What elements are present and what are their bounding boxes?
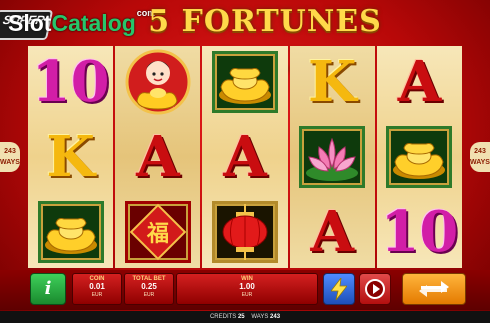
win-unit: EUR — [241, 292, 253, 298]
symbol-ace-text: A — [397, 49, 442, 116]
child-with-gold-icon — [125, 49, 191, 115]
symbol-ten: 10 — [377, 195, 462, 268]
gold-ingot-frame — [37, 200, 104, 263]
spin-button[interactable] — [402, 273, 466, 305]
gold-ingot-icon — [393, 143, 446, 179]
info-icon: i — [44, 278, 52, 299]
lotus-flower-icon — [306, 137, 359, 181]
symbol-king: K — [28, 121, 113, 194]
symbol-ten-text: 10 — [380, 198, 459, 265]
ways-indicator-left: 243 WAYS — [0, 142, 20, 172]
ways-indicator-right: 243 WAYS — [470, 142, 490, 172]
symbol-gold-ingot — [28, 195, 113, 268]
win-value: 1.00 — [239, 282, 255, 291]
symbol-king-text: K — [307, 49, 357, 116]
info-button[interactable]: i — [30, 273, 66, 305]
coin-value: 0.01 — [89, 282, 105, 291]
game-title: 5 FORTUNES GOLD — [148, 4, 382, 79]
win-display: WIN 1.00 EUR — [176, 273, 318, 305]
reel-3: A — [202, 46, 288, 268]
symbol-gold-ingot — [202, 46, 287, 119]
symbol-ace-text: A — [223, 124, 267, 190]
fu-diamond: 福 — [129, 203, 187, 260]
total-bet-unit: EUR — [143, 292, 155, 298]
gold-ingot-frame — [386, 126, 453, 188]
symbol-ace: A — [377, 46, 462, 119]
ways-label: WAYS — [251, 314, 269, 320]
ways-value: 243 — [270, 314, 281, 320]
credits-value: 25 — [237, 314, 245, 320]
total-bet-value: 0.25 — [141, 282, 157, 291]
ways-right-value: 243 — [474, 148, 486, 155]
reel-2: A 福 — [115, 46, 201, 268]
symbol-ace: A — [290, 195, 375, 268]
symbol-red-lantern — [202, 195, 287, 268]
gold-ingot-frame — [212, 51, 278, 114]
symbol-ten: 10 — [28, 46, 113, 119]
ways-left-value: 243 — [4, 148, 16, 155]
symbol-lotus-flower — [290, 121, 375, 194]
red-lantern-icon — [222, 203, 268, 260]
reel-4: K A — [289, 46, 375, 268]
lantern-frame — [212, 200, 278, 263]
credits-label: CREDITS — [209, 314, 237, 320]
gold-ingot-icon — [219, 68, 271, 105]
symbol-ace-text: A — [310, 198, 354, 265]
total-bet-selector[interactable]: TOTAL BET 0.25 EUR — [124, 273, 174, 305]
lotus-frame — [299, 126, 366, 188]
symbol-gold-ingot — [377, 121, 462, 194]
symbol-ace: A — [202, 121, 287, 194]
gold-ingot-icon — [44, 217, 97, 254]
turbo-button[interactable] — [323, 273, 355, 305]
symbol-ten-text: 10 — [31, 49, 110, 116]
watermark-slot: Slot — [8, 10, 52, 36]
ways-right-label: WAYS — [470, 159, 490, 166]
autoplay-button[interactable] — [359, 273, 391, 305]
symbol-ace-text: A — [136, 124, 180, 190]
play-circle-icon — [365, 279, 385, 299]
symbol-fu-character: 福 — [115, 195, 200, 268]
reel-1: 10 K — [28, 46, 114, 268]
coin-selector[interactable]: COIN 0.01 EUR — [72, 273, 122, 305]
refresh-arrows-icon — [419, 281, 449, 297]
symbol-child-with-gold — [115, 46, 200, 119]
fu-character-text: 福 — [146, 221, 169, 247]
symbol-ace: A — [115, 121, 200, 194]
symbol-king: K — [290, 46, 375, 119]
lightning-bolt-icon — [331, 278, 347, 300]
coin-unit: EUR — [91, 292, 103, 298]
fu-frame: 福 — [124, 200, 191, 263]
reel-5: A 10 — [376, 46, 463, 268]
reel-grid: 10 K A 福 A K A A 10 — [28, 46, 463, 268]
symbol-king-text: K — [46, 124, 95, 190]
footer-bar: CREDITS 25 WAYS 243 — [0, 311, 490, 323]
game-stage: SUPER SlotCatalogcom 5 FORTUNES GOLD 243… — [0, 0, 490, 323]
ways-left-label: WAYS — [0, 159, 20, 166]
